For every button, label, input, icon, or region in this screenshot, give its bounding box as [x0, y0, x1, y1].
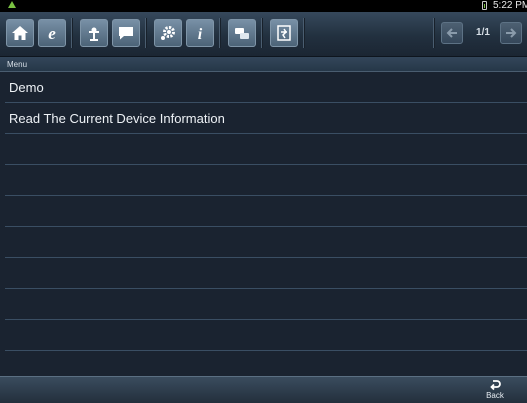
back-button[interactable]: Back — [480, 378, 510, 402]
clock: 5:22 PM — [493, 0, 527, 11]
list-item — [5, 289, 527, 320]
status-bar: 5:22 PM — [0, 0, 527, 12]
info-icon[interactable]: i — [186, 19, 214, 47]
back-label: Back — [486, 391, 504, 400]
bottom-bar: Back — [0, 376, 527, 403]
next-page-button[interactable] — [500, 22, 522, 44]
list-item — [5, 165, 527, 196]
list-item — [5, 134, 527, 165]
svg-text:e: e — [48, 24, 56, 43]
home-icon[interactable] — [6, 19, 34, 47]
notification-icon — [8, 1, 16, 8]
menu-list: Demo Read The Current Device Information — [5, 72, 527, 382]
list-item — [5, 227, 527, 258]
settings-icon[interactable] — [154, 19, 182, 47]
menu-header: Menu — [0, 57, 527, 72]
diagnosis-icon[interactable] — [80, 19, 108, 47]
back-arrow-icon — [490, 380, 501, 391]
exit-icon[interactable] — [270, 19, 298, 47]
connect-icon[interactable] — [228, 19, 256, 47]
prev-page-button[interactable] — [441, 22, 463, 44]
menu-item-demo[interactable]: Demo — [5, 72, 527, 103]
list-item — [5, 196, 527, 227]
list-item — [5, 320, 527, 351]
list-item — [5, 258, 527, 289]
menu-item-read-device-info[interactable]: Read The Current Device Information — [5, 103, 527, 134]
battery-icon — [482, 1, 487, 10]
browser-icon[interactable]: e — [38, 19, 66, 47]
page-indicator: 1/1 — [476, 27, 490, 38]
toolbar: e i 1/1 — [0, 12, 527, 57]
svg-text:i: i — [198, 26, 203, 43]
chat-icon[interactable] — [112, 19, 140, 47]
